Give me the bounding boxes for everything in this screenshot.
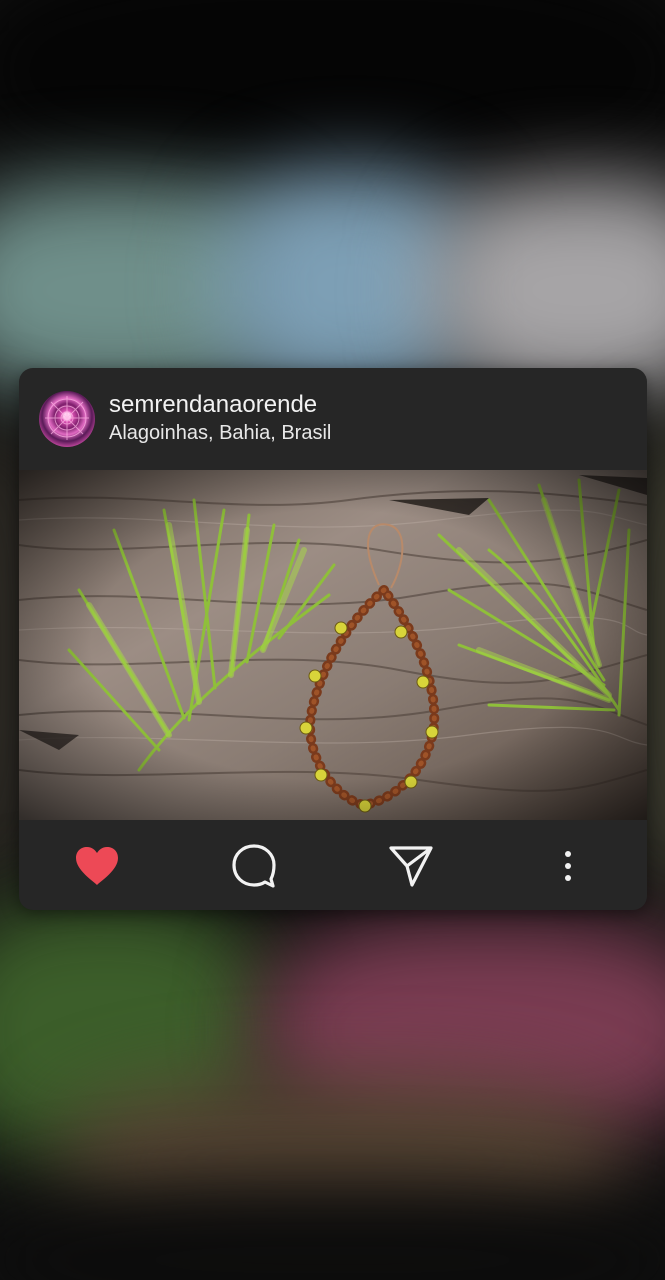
username[interactable]: semrendanaorende [109, 390, 317, 420]
like-button[interactable] [73, 842, 121, 890]
post-header: semrendanaorende Alagoinhas, Bahia, Bras… [19, 368, 647, 470]
action-bar [19, 820, 647, 910]
comment-button[interactable] [230, 842, 278, 890]
avatar[interactable] [39, 391, 95, 447]
more-vertical-icon [565, 851, 571, 881]
screen: semrendanaorende Alagoinhas, Bahia, Bras… [0, 0, 665, 1280]
more-options-button[interactable] [544, 842, 592, 890]
heart-icon [76, 847, 118, 885]
post-preview-card[interactable]: semrendanaorende Alagoinhas, Bahia, Bras… [19, 368, 647, 910]
share-button[interactable] [387, 842, 435, 890]
avatar-pattern-icon [45, 396, 89, 440]
post-photo[interactable] [19, 470, 647, 820]
comment-icon [232, 844, 276, 888]
send-icon [389, 846, 433, 887]
location[interactable]: Alagoinhas, Bahia, Brasil [109, 420, 331, 446]
